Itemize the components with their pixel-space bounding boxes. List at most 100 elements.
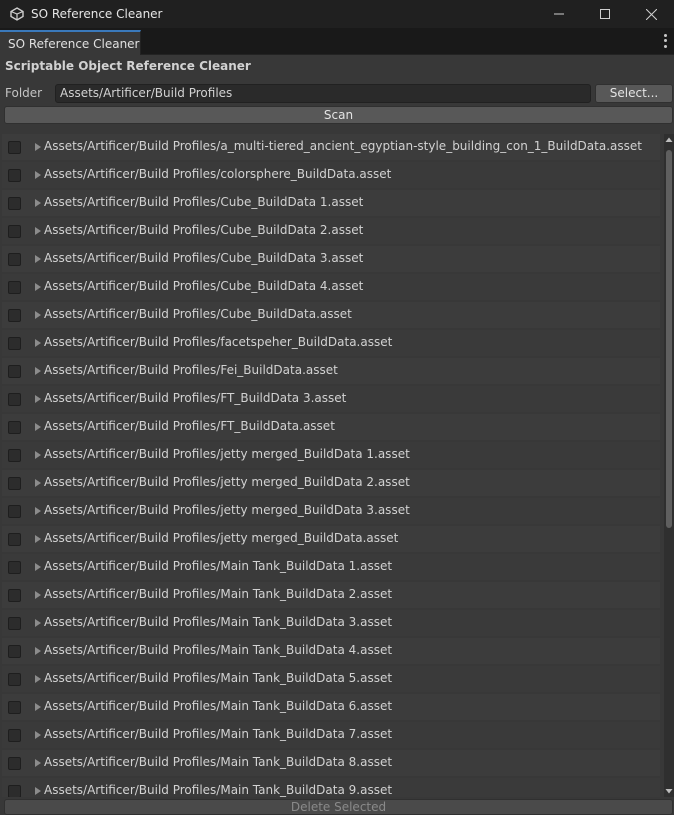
- window-title: SO Reference Cleaner: [31, 7, 163, 21]
- foldout-arrow-icon[interactable]: [34, 338, 42, 348]
- foldout-arrow-icon[interactable]: [34, 226, 42, 236]
- item-path-label: Assets/Artificer/Build Profiles/jetty me…: [44, 503, 410, 517]
- foldout-arrow-icon[interactable]: [34, 422, 42, 432]
- scroll-up-icon[interactable]: [665, 136, 673, 144]
- foldout-arrow-icon[interactable]: [34, 310, 42, 320]
- item-checkbox[interactable]: [8, 617, 21, 630]
- list-item[interactable]: Assets/Artificer/Build Profiles/Cube_Bui…: [2, 190, 660, 216]
- foldout-arrow-icon[interactable]: [34, 646, 42, 656]
- minimize-button[interactable]: [536, 0, 582, 28]
- item-checkbox[interactable]: [8, 561, 21, 574]
- scrollbar-thumb[interactable]: [666, 150, 672, 528]
- item-path-label: Assets/Artificer/Build Profiles/Fei_Buil…: [44, 363, 338, 377]
- foldout-arrow-icon[interactable]: [34, 562, 42, 572]
- vertical-scrollbar[interactable]: [664, 134, 674, 797]
- list-item[interactable]: Assets/Artificer/Build Profiles/Main Tan…: [2, 582, 660, 608]
- list-item[interactable]: Assets/Artificer/Build Profiles/Cube_Bui…: [2, 218, 660, 244]
- list-item[interactable]: Assets/Artificer/Build Profiles/colorsph…: [2, 162, 660, 188]
- item-path-label: Assets/Artificer/Build Profiles/Main Tan…: [44, 671, 393, 685]
- foldout-arrow-icon[interactable]: [34, 758, 42, 768]
- item-checkbox[interactable]: [8, 141, 21, 154]
- item-checkbox[interactable]: [8, 645, 21, 658]
- foldout-arrow-icon[interactable]: [34, 478, 42, 488]
- item-path-label: Assets/Artificer/Build Profiles/Cube_Bui…: [44, 307, 352, 321]
- item-path-label: Assets/Artificer/Build Profiles/a_multi-…: [44, 139, 642, 153]
- list-item[interactable]: Assets/Artificer/Build Profiles/Main Tan…: [2, 554, 660, 580]
- list-item[interactable]: Assets/Artificer/Build Profiles/FT_Build…: [2, 386, 660, 412]
- foldout-arrow-icon[interactable]: [34, 702, 42, 712]
- list-item[interactable]: Assets/Artificer/Build Profiles/Main Tan…: [2, 778, 660, 797]
- tab-label: SO Reference Cleaner: [8, 36, 140, 51]
- item-path-label: Assets/Artificer/Build Profiles/Main Tan…: [44, 559, 393, 573]
- item-path-label: Assets/Artificer/Build Profiles/Cube_Bui…: [44, 251, 364, 265]
- item-checkbox[interactable]: [8, 169, 21, 182]
- item-checkbox[interactable]: [8, 505, 21, 518]
- list-item[interactable]: Assets/Artificer/Build Profiles/jetty me…: [2, 470, 660, 496]
- item-checkbox[interactable]: [8, 253, 21, 266]
- list-item[interactable]: Assets/Artificer/Build Profiles/Cube_Bui…: [2, 274, 660, 300]
- list-item[interactable]: Assets/Artificer/Build Profiles/jetty me…: [2, 526, 660, 552]
- list-item[interactable]: Assets/Artificer/Build Profiles/facetspe…: [2, 330, 660, 356]
- tab-so-reference-cleaner[interactable]: SO Reference Cleaner: [0, 30, 141, 55]
- maximize-icon: [600, 9, 610, 19]
- item-checkbox[interactable]: [8, 365, 21, 378]
- item-checkbox[interactable]: [8, 337, 21, 350]
- folder-path-field[interactable]: Assets/Artificer/Build Profiles: [55, 84, 591, 103]
- list-item[interactable]: Assets/Artificer/Build Profiles/jetty me…: [2, 498, 660, 524]
- item-path-label: Assets/Artificer/Build Profiles/FT_Build…: [44, 419, 335, 433]
- scroll-down-icon[interactable]: [665, 787, 673, 795]
- item-checkbox[interactable]: [8, 477, 21, 490]
- list-item[interactable]: Assets/Artificer/Build Profiles/a_multi-…: [2, 134, 660, 160]
- item-path-label: Assets/Artificer/Build Profiles/Cube_Bui…: [44, 279, 364, 293]
- foldout-arrow-icon[interactable]: [34, 394, 42, 404]
- foldout-arrow-icon[interactable]: [34, 534, 42, 544]
- item-checkbox[interactable]: [8, 421, 21, 434]
- foldout-arrow-icon[interactable]: [34, 254, 42, 264]
- scan-button[interactable]: Scan: [4, 106, 673, 124]
- foldout-arrow-icon[interactable]: [34, 590, 42, 600]
- item-checkbox[interactable]: [8, 701, 21, 714]
- foldout-arrow-icon[interactable]: [34, 198, 42, 208]
- more-options-icon[interactable]: [661, 33, 669, 49]
- foldout-arrow-icon[interactable]: [34, 786, 42, 796]
- item-checkbox[interactable]: [8, 673, 21, 686]
- list-item[interactable]: Assets/Artificer/Build Profiles/Main Tan…: [2, 750, 660, 776]
- list-item[interactable]: Assets/Artificer/Build Profiles/Main Tan…: [2, 610, 660, 636]
- foldout-arrow-icon[interactable]: [34, 170, 42, 180]
- maximize-button[interactable]: [582, 0, 628, 28]
- item-checkbox[interactable]: [8, 309, 21, 322]
- item-checkbox[interactable]: [8, 589, 21, 602]
- list-item[interactable]: Assets/Artificer/Build Profiles/Main Tan…: [2, 638, 660, 664]
- list-item[interactable]: Assets/Artificer/Build Profiles/Fei_Buil…: [2, 358, 660, 384]
- item-checkbox[interactable]: [8, 225, 21, 238]
- list-item[interactable]: Assets/Artificer/Build Profiles/Main Tan…: [2, 694, 660, 720]
- list-item[interactable]: Assets/Artificer/Build Profiles/Main Tan…: [2, 666, 660, 692]
- foldout-arrow-icon[interactable]: [34, 142, 42, 152]
- window-controls: [536, 0, 674, 28]
- foldout-arrow-icon[interactable]: [34, 366, 42, 376]
- item-checkbox[interactable]: [8, 281, 21, 294]
- select-folder-button[interactable]: Select...: [595, 84, 673, 103]
- list-item[interactable]: Assets/Artificer/Build Profiles/jetty me…: [2, 442, 660, 468]
- list-item[interactable]: Assets/Artificer/Build Profiles/Main Tan…: [2, 722, 660, 748]
- item-checkbox[interactable]: [8, 197, 21, 210]
- item-checkbox[interactable]: [8, 757, 21, 770]
- foldout-arrow-icon[interactable]: [34, 674, 42, 684]
- folder-row: Folder Assets/Artificer/Build Profiles S…: [0, 84, 674, 103]
- item-checkbox[interactable]: [8, 533, 21, 546]
- foldout-arrow-icon[interactable]: [34, 450, 42, 460]
- list-item[interactable]: Assets/Artificer/Build Profiles/FT_Build…: [2, 414, 660, 440]
- foldout-arrow-icon[interactable]: [34, 506, 42, 516]
- item-path-label: Assets/Artificer/Build Profiles/Main Tan…: [44, 587, 393, 601]
- item-checkbox[interactable]: [8, 393, 21, 406]
- foldout-arrow-icon[interactable]: [34, 618, 42, 628]
- item-checkbox[interactable]: [8, 449, 21, 462]
- list-item[interactable]: Assets/Artificer/Build Profiles/Cube_Bui…: [2, 302, 660, 328]
- foldout-arrow-icon[interactable]: [34, 282, 42, 292]
- delete-selected-button[interactable]: Delete Selected: [4, 799, 673, 815]
- list-item[interactable]: Assets/Artificer/Build Profiles/Cube_Bui…: [2, 246, 660, 272]
- item-checkbox[interactable]: [8, 785, 21, 797]
- item-checkbox[interactable]: [8, 729, 21, 742]
- foldout-arrow-icon[interactable]: [34, 730, 42, 740]
- close-button[interactable]: [628, 0, 674, 28]
